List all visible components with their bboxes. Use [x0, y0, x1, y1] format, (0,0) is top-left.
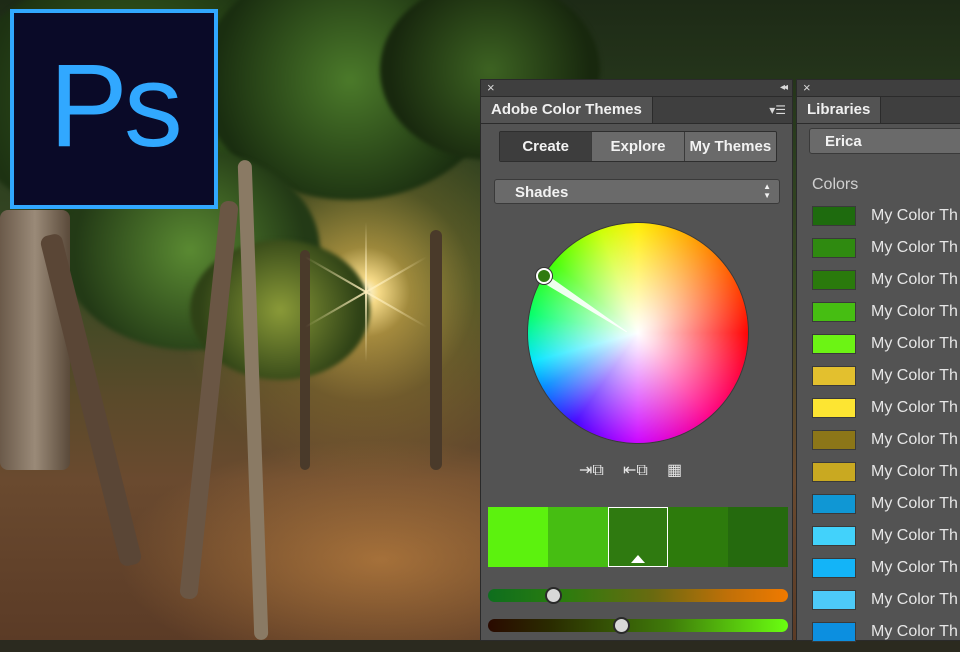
theme-swatches	[488, 507, 788, 567]
library-name: Erica	[825, 133, 862, 150]
photoshop-logo: Ps	[10, 9, 218, 209]
swatch-tools: ⇥⧉ ⇤⧉ ▦	[579, 460, 699, 486]
updown-arrows-icon: ▲ ▼	[763, 182, 771, 200]
get-base-color-icon[interactable]: ⇤⧉	[623, 460, 648, 480]
panel-tab-bar: Libraries	[797, 97, 960, 124]
close-icon[interactable]: ×	[803, 80, 811, 96]
tree-trunk	[300, 250, 310, 470]
sun-ray	[365, 292, 367, 362]
add-to-swatches-icon[interactable]: ▦	[667, 460, 682, 480]
color-chip	[812, 526, 856, 546]
color-themes-panel: × ◂◂ Adobe Color Themes ▾☰ Create Explor…	[481, 80, 792, 640]
tab-adobe-color-themes[interactable]: Adobe Color Themes	[481, 97, 653, 123]
create-mode-button[interactable]: Create	[500, 132, 593, 161]
tree-trunk	[430, 230, 442, 470]
color-chip	[812, 462, 856, 482]
colors-section-heading: Colors	[812, 176, 859, 193]
color-chip	[812, 590, 856, 610]
color-chip	[812, 494, 856, 514]
color-chip	[812, 334, 856, 354]
color-name: My Color Th	[871, 495, 958, 512]
color-chip	[812, 430, 856, 450]
color-chip	[812, 206, 856, 226]
theme-swatch[interactable]	[488, 507, 548, 567]
set-base-color-icon[interactable]: ⇥⧉	[579, 460, 604, 480]
color-name: My Color Th	[871, 527, 958, 544]
tab-libraries[interactable]: Libraries	[797, 97, 882, 123]
logo-text: Ps	[49, 40, 183, 172]
color-name: My Color Th	[871, 463, 958, 480]
panel-tab-bar: Adobe Color Themes ▾☰	[481, 97, 792, 124]
panel-title-strip: × ◂◂	[481, 80, 792, 97]
theme-swatch[interactable]	[548, 507, 608, 567]
double-chevron-icon[interactable]: ◂◂	[780, 80, 788, 96]
color-rule-dropdown[interactable]: Shades ▲ ▼	[494, 179, 780, 204]
color-chip	[812, 366, 856, 386]
color-name: My Color Th	[871, 623, 958, 640]
hue-slider[interactable]	[488, 587, 788, 604]
wheel-handle[interactable]	[536, 268, 552, 284]
color-chip	[812, 622, 856, 642]
libraries-panel: × Libraries Erica Colors My Color Th My C…	[797, 80, 960, 642]
my-themes-mode-button[interactable]: My Themes	[684, 132, 776, 161]
panel-menu-icon[interactable]: ▾☰	[769, 103, 786, 117]
color-name: My Color Th	[871, 271, 958, 288]
theme-swatch[interactable]	[608, 507, 668, 567]
color-wheel[interactable]	[528, 223, 748, 443]
explore-mode-button[interactable]: Explore	[592, 132, 685, 161]
color-name: My Color Th	[871, 303, 958, 320]
color-chip	[812, 398, 856, 418]
library-dropdown[interactable]: Erica	[809, 128, 960, 154]
color-name: My Color Th	[871, 399, 958, 416]
slider-knob[interactable]	[545, 587, 562, 604]
sun-ray	[365, 222, 367, 292]
brightness-slider[interactable]	[488, 617, 788, 634]
color-name: My Color Th	[871, 559, 958, 576]
theme-swatch[interactable]	[668, 507, 728, 567]
color-chip	[812, 302, 856, 322]
sun-ray	[365, 256, 428, 293]
color-chip	[812, 238, 856, 258]
color-rule-value: Shades	[515, 184, 569, 201]
theme-swatch[interactable]	[728, 507, 788, 567]
color-name: My Color Th	[871, 207, 958, 224]
color-chip	[812, 270, 856, 290]
color-name: My Color Th	[871, 431, 958, 448]
color-name: My Color Th	[871, 335, 958, 352]
color-name: My Color Th	[871, 367, 958, 384]
sun-ray	[365, 291, 428, 328]
slider-knob[interactable]	[613, 617, 630, 634]
color-name: My Color Th	[871, 239, 958, 256]
color-chip	[812, 558, 856, 578]
close-icon[interactable]: ×	[487, 80, 495, 96]
color-name: My Color Th	[871, 591, 958, 608]
mode-switcher: Create Explore My Themes	[499, 131, 777, 162]
panel-title-strip: ×	[797, 80, 960, 97]
